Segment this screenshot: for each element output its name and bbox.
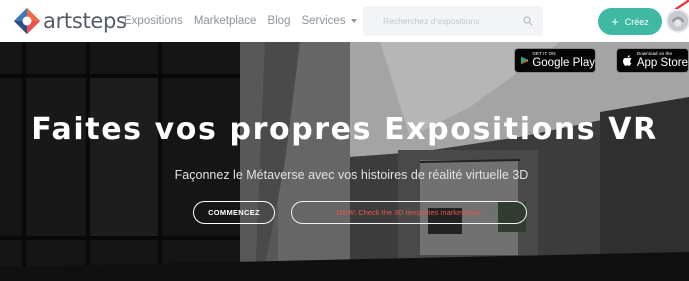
plus-icon: + xyxy=(611,13,619,29)
hero-title: Faites vos propres Expositions VR xyxy=(31,112,658,147)
templates-marketplace-button[interactable]: NEW: Check the 3D templates marketplace xyxy=(291,201,527,224)
app-store-label: App Store xyxy=(636,56,688,69)
google-play-label: Google Play xyxy=(532,56,595,69)
red-corner-marker-icon xyxy=(674,0,689,9)
hero-subtitle: Façonnez le Métaverse avec vos histoires… xyxy=(174,168,529,182)
nav-item-services-label: Services xyxy=(301,15,346,27)
artsteps-logo[interactable]: artsteps xyxy=(14,8,127,34)
brand-name: artsteps xyxy=(43,9,127,33)
chevron-down-icon xyxy=(350,19,357,23)
create-button[interactable]: + Créez xyxy=(598,8,662,35)
top-navbar: artsteps Expositions Marketplace Blog Se… xyxy=(0,0,689,42)
artsteps-logo-icon xyxy=(14,8,40,34)
commencez-button[interactable]: COMMENCEZ xyxy=(193,201,275,224)
nav-item-services[interactable]: Services xyxy=(301,13,357,29)
nav-item-blog[interactable]: Blog xyxy=(267,13,290,29)
apple-icon xyxy=(623,55,632,66)
app-store-small-label: Download on the xyxy=(636,51,673,56)
search-box xyxy=(363,6,543,36)
user-avatar-icon xyxy=(668,11,688,31)
avatar[interactable] xyxy=(666,9,689,33)
main-nav: Expositions Marketplace Blog Services xyxy=(124,13,368,29)
google-play-button[interactable]: GET IT ON Google Play xyxy=(514,48,596,73)
search-input[interactable] xyxy=(363,6,513,36)
app-store-button[interactable]: Download on the App Store xyxy=(616,48,689,73)
create-button-label: Créez xyxy=(624,16,649,27)
nav-item-marketplace[interactable]: Marketplace xyxy=(194,13,257,29)
hero-banner: GET IT ON Google Play Download on the Ap… xyxy=(0,42,689,281)
google-play-icon xyxy=(521,56,529,65)
google-play-small-label: GET IT ON xyxy=(532,51,556,56)
search-icon[interactable] xyxy=(523,16,533,26)
nav-item-expositions[interactable]: Expositions xyxy=(124,13,183,29)
virtual-gallery-background xyxy=(0,42,689,281)
